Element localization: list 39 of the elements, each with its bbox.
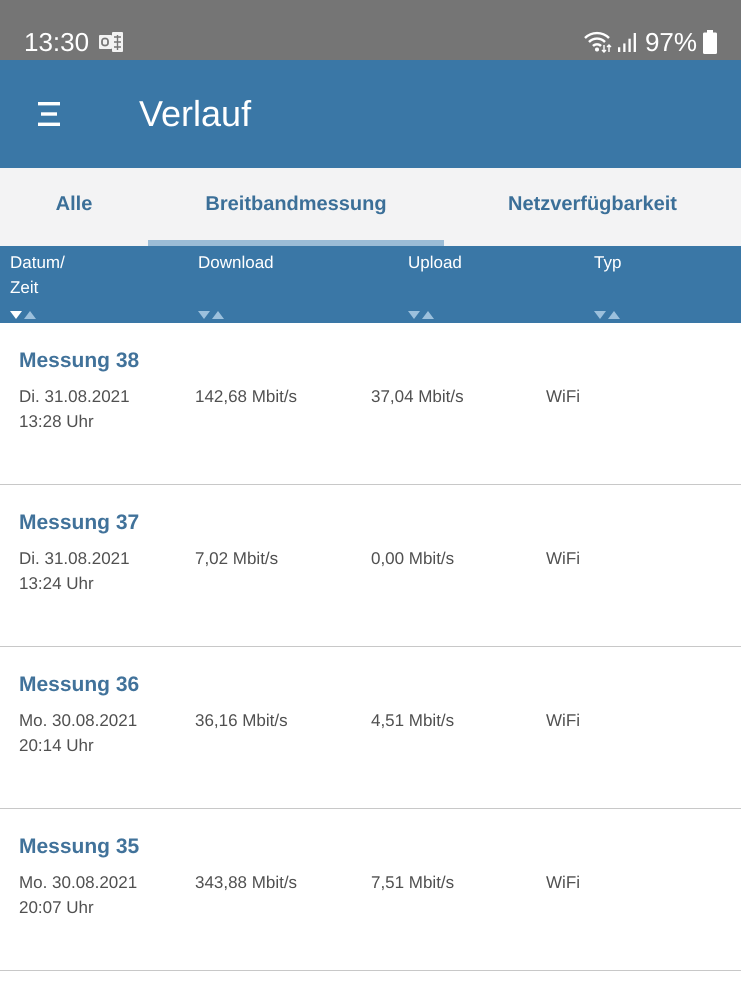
date-text: Di. 31.08.2021 (19, 548, 131, 570)
type-cell-text: WiFi (546, 710, 581, 732)
download-cell-text: 343,88 Mbit/s (195, 872, 298, 894)
upload-cell-text: 7,51 Mbit/s (371, 872, 456, 894)
measurement-title: Messung 38 (19, 348, 140, 374)
tab[interactable]: Netzverfügbarkeit (444, 168, 741, 246)
upload-cell-text: 0,00 Mbit/s (371, 548, 456, 570)
time-text: 13:28 Uhr (19, 411, 95, 433)
time-text: 20:07 Uhr (19, 897, 95, 919)
signal-icon (618, 32, 637, 52)
column-header[interactable]: Download (198, 246, 408, 323)
menu-icon (38, 102, 60, 126)
column-header[interactable]: Typ (594, 246, 741, 323)
wifi-icon (584, 31, 612, 53)
screen-title: Verlauf (139, 92, 252, 136)
type-cell-text: WiFi (546, 386, 581, 408)
upload-cell-text: 37,04 Mbit/s (371, 386, 465, 408)
time-text: 13:24 Uhr (19, 573, 95, 595)
clock-text: 13:30 (24, 26, 90, 59)
measurement-title: Messung 36 (19, 672, 140, 698)
date-text: Mo. 30.08.2021 (19, 710, 138, 732)
type-cell-text: WiFi (546, 548, 581, 570)
tab[interactable]: Alle (0, 168, 148, 246)
battery-icon (703, 30, 717, 54)
download-cell-text: 36,16 Mbit/s (195, 710, 289, 732)
column-header[interactable]: Upload (408, 246, 594, 323)
battery-percent: 97% (644, 26, 697, 59)
download-cell-text: 142,68 Mbit/s (195, 386, 298, 408)
measurement-title: Messung 35 (19, 834, 140, 860)
column-header[interactable]: Datum/ Zeit (10, 246, 198, 323)
date-text: Di. 31.08.2021 (19, 386, 131, 408)
download-cell-text: 7,02 Mbit/s (195, 548, 280, 570)
type-cell-text: WiFi (546, 872, 581, 894)
date-text: Mo. 30.08.2021 (19, 872, 138, 894)
upload-cell-text: 4,51 Mbit/s (371, 710, 456, 732)
notification-icon (99, 32, 124, 52)
measurement-title: Messung 37 (19, 510, 140, 536)
time-text: 20:14 Uhr (19, 735, 95, 757)
menu-button[interactable] (38, 102, 60, 126)
